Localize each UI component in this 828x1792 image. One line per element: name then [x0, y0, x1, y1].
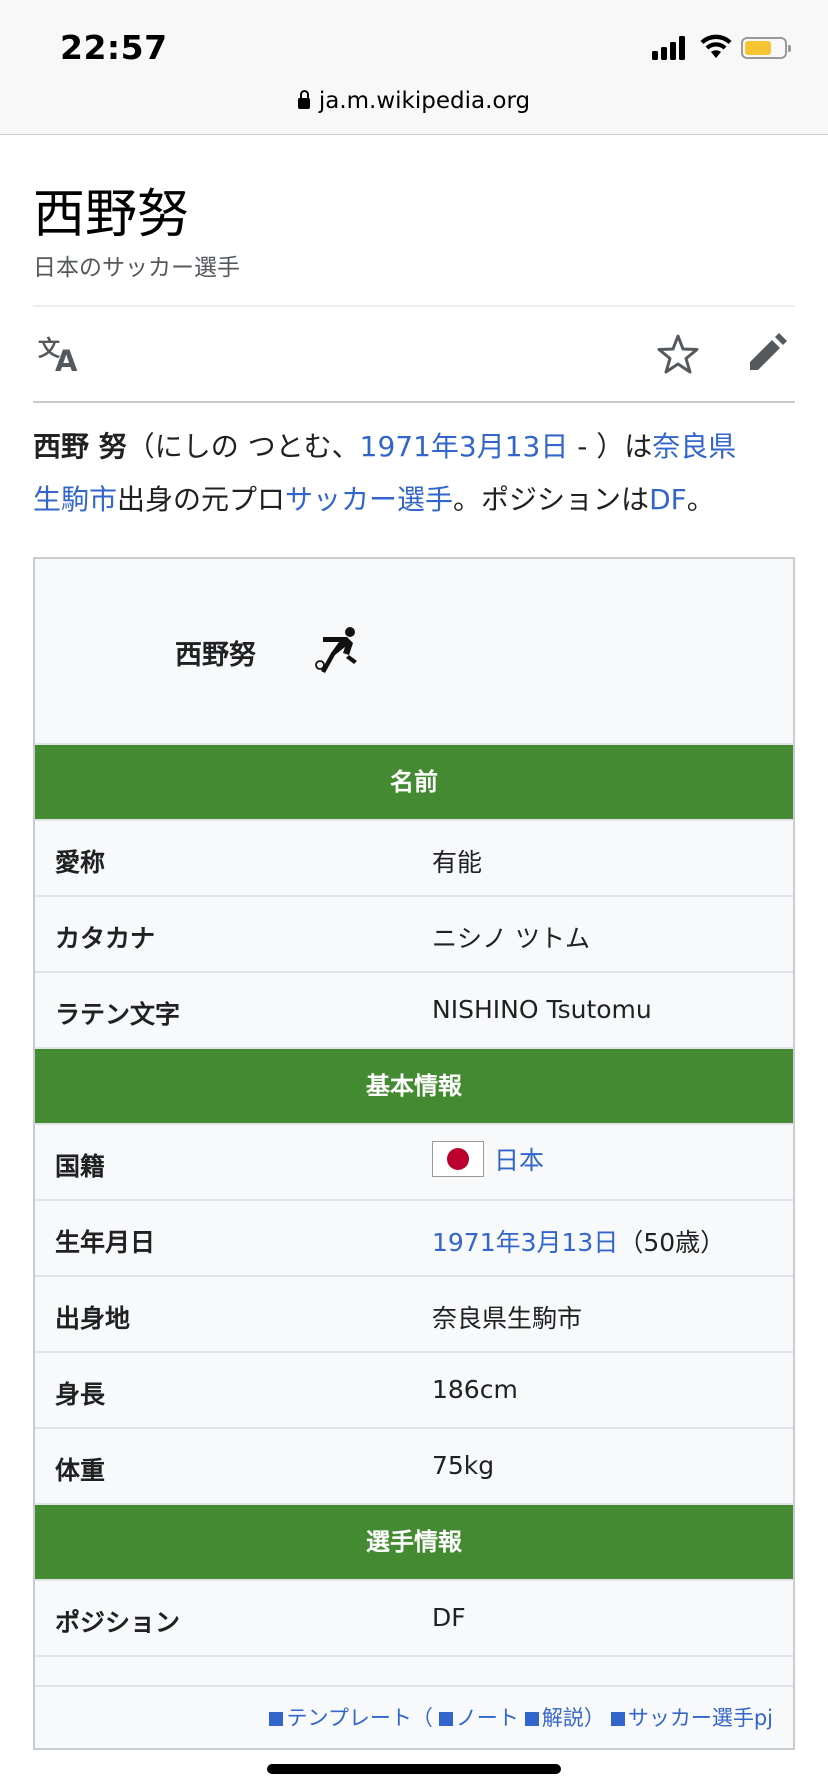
section-header-player: 選手情報 [35, 1503, 793, 1579]
soccer-player-link[interactable]: サッカー選手 [285, 483, 453, 516]
row-label: ラテン文字 [55, 1000, 181, 1029]
row-label: 体重 [55, 1456, 106, 1485]
project-square-icon [610, 1712, 625, 1726]
infobox-row: 体重 75kg [35, 1427, 793, 1503]
infobox-row: 身長 186cm [35, 1351, 793, 1427]
page-title: 西野努 [33, 185, 190, 245]
infobox-row: ラテン文字 NISHINO Tsutomu [35, 971, 793, 1047]
age-text: （50歳） [618, 1228, 726, 1257]
url-text: ja.m.wikipedia.org [318, 88, 531, 114]
birthdate-link[interactable]: 1971年3月13日 [432, 1228, 618, 1257]
city-link[interactable]: 生駒市 [33, 483, 117, 516]
explain-square-icon [524, 1712, 539, 1726]
position-link[interactable]: DF [432, 1603, 466, 1632]
infobox-name: 西野努 [175, 640, 256, 671]
infobox-row: ポジション DF [35, 1579, 793, 1655]
pencil-icon[interactable] [744, 332, 788, 376]
row-value: NISHINO Tsutomu [432, 995, 652, 1024]
home-indicator[interactable] [267, 1764, 561, 1774]
section-header-basic: 基本情報 [35, 1047, 793, 1123]
template-square-icon [269, 1712, 284, 1726]
lead-paragraph: 西野 努（にしの つとむ、1971年3月13日 - ）は奈良県 生駒市出身の元プロ… [33, 430, 737, 516]
row-label: 出身地 [55, 1304, 131, 1333]
template-link[interactable]: テンプレート [286, 1706, 411, 1730]
row-value: 有能 [432, 848, 483, 877]
japan-flag-icon[interactable] [432, 1141, 484, 1177]
row-label: ポジション [55, 1608, 181, 1637]
infobox: 西野努 名前 愛称 有能 カタカナ ニシノ ツトム ラテン文字 NISHINO … [33, 557, 795, 1750]
project-link[interactable]: サッカー選手pj [628, 1706, 773, 1730]
star-icon[interactable] [656, 332, 700, 376]
infobox-row: 国籍 日本 [35, 1123, 793, 1199]
row-value: 75kg [432, 1451, 495, 1480]
soccer-player-icon [315, 627, 357, 673]
cellular-signal-icon [652, 36, 690, 60]
row-value: 186cm [432, 1375, 518, 1404]
note-square-icon [438, 1712, 453, 1726]
page-subtitle: 日本のサッカー選手 [33, 255, 240, 281]
address-bar[interactable]: ja.m.wikipedia.org [0, 88, 828, 114]
infobox-row: カタカナ ニシノ ツトム [35, 895, 793, 971]
row-label: 身長 [55, 1380, 106, 1409]
infobox-row: 出身地 奈良県生駒市 [35, 1275, 793, 1351]
status-bar: 22:57 ja.m.wikipedia.org [0, 0, 828, 135]
nationality-link[interactable]: 日本 [494, 1146, 544, 1175]
infobox-footer: テンプレート（ ノート 解説） サッカー選手pj [35, 1685, 793, 1748]
row-value: 日本 [432, 1141, 544, 1177]
infobox-header: 西野努 [35, 559, 793, 743]
row-label: カタカナ [55, 924, 156, 953]
infobox-row [35, 1655, 793, 1685]
translate-icon[interactable]: 文A [38, 334, 82, 378]
explain-link[interactable]: 解説 [542, 1706, 584, 1730]
infobox-row: 生年月日 1971年3月13日（50歳） [35, 1199, 793, 1275]
row-value: 1971年3月13日（50歳） [432, 1223, 725, 1259]
birthdate-link[interactable]: 1971年3月13日 [360, 430, 569, 463]
row-label: 生年月日 [55, 1228, 156, 1257]
row-value: ニシノ ツトム [432, 924, 590, 953]
section-header-names: 名前 [35, 743, 793, 819]
row-label: 愛称 [55, 848, 106, 877]
wifi-icon [700, 34, 732, 58]
note-link[interactable]: ノート [456, 1706, 519, 1730]
divider [33, 401, 795, 403]
infobox-row: 愛称 有能 [35, 819, 793, 895]
hometown-link[interactable]: 奈良県生駒市 [432, 1299, 582, 1335]
prefecture-link[interactable]: 奈良県 [652, 430, 736, 463]
position-link[interactable]: DF [649, 483, 687, 516]
status-time: 22:57 [60, 28, 168, 67]
divider [33, 305, 795, 307]
lead-name: 西野 努 [33, 430, 127, 463]
battery-level [745, 41, 771, 55]
lock-icon [297, 90, 310, 109]
battery-icon [741, 37, 791, 59]
row-label: 国籍 [55, 1152, 106, 1181]
